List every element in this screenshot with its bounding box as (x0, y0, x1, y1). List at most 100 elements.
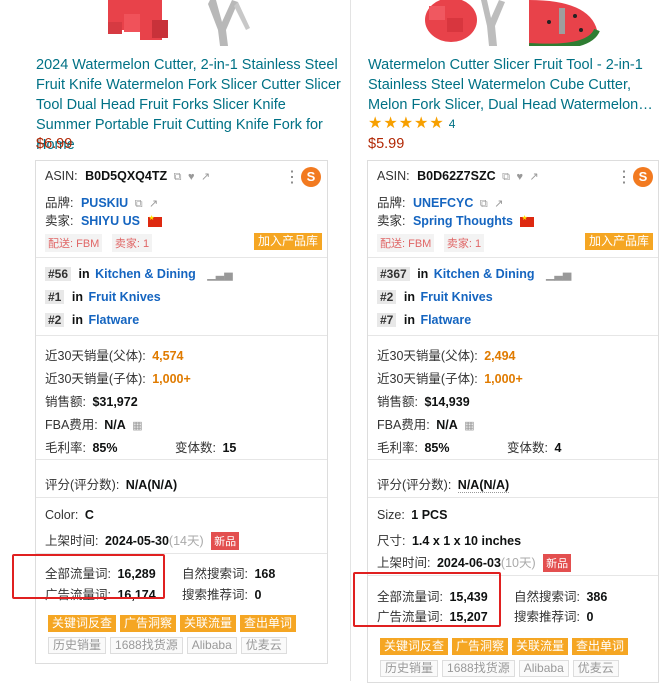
margin-row: 毛利率: 85% (45, 437, 118, 456)
rating-count-link[interactable]: 4 (449, 117, 456, 131)
product-title-link[interactable]: Watermelon Cutter Slicer Fruit Tool - 2-… (368, 55, 668, 115)
divider (36, 257, 327, 258)
asin-value[interactable]: B0D5QXQ4TZ (85, 169, 167, 183)
sales-parent-value[interactable]: 2,494 (484, 349, 515, 363)
calculator-icon[interactable]: ▦ (132, 419, 142, 432)
divider (36, 335, 327, 336)
rating-row: 评分(评分数): N/A(N/A) (377, 474, 510, 493)
share-icon[interactable]: ↗ (529, 170, 538, 183)
sales-parent-row: 近30天销量(父体): 2,494 (377, 345, 515, 364)
product-title-link[interactable]: 2024 Watermelon Cutter, 2-in-1 Stainless… (36, 55, 342, 155)
rank-category-link[interactable]: Fruit Knives (88, 290, 160, 304)
find-keywords-button[interactable]: 查出单词 (240, 615, 297, 632)
new-badge: 新品 (211, 532, 240, 550)
margin-value: 85% (92, 441, 118, 455)
seller-link[interactable]: SHIYU US (81, 214, 140, 228)
sales-parent-row: 近30天销量(父体): 4,574 (45, 345, 183, 364)
calculator-icon[interactable]: ▦ (464, 419, 474, 432)
rank-category-link[interactable]: Kitchen & Dining (434, 267, 535, 281)
seller-sprite-logo[interactable]: S (633, 167, 653, 187)
star-icon: ★ (383, 115, 398, 132)
add-to-library-button[interactable]: 加入产品库 (585, 233, 654, 250)
keyword-reverse-button[interactable]: 关键词反查 (48, 615, 117, 632)
fba-row: FBA费用: N/A ▦ (377, 414, 475, 433)
share-icon[interactable]: ↗ (201, 170, 210, 183)
revenue-row: 销售额: $31,972 (45, 391, 138, 410)
sales-child-label: 近30天销量(子体): (377, 372, 478, 386)
dimension-label: 尺寸: (377, 534, 406, 548)
size-row: Size: 1 PCS (377, 508, 447, 522)
ad-insight-button[interactable]: 广告洞察 (120, 615, 177, 632)
product-image-2[interactable] (419, 0, 664, 50)
recommend-value[interactable]: 0 (586, 610, 593, 624)
asin-value[interactable]: B0D62Z7SZC (417, 169, 496, 183)
brand-link[interactable]: PUSKIU (81, 196, 128, 210)
rank-category-link[interactable]: Flatware (420, 313, 471, 327)
share-icon[interactable]: ↗ (494, 197, 503, 210)
rank-category-link[interactable]: Kitchen & Dining (95, 267, 196, 281)
seller-sprite-logo[interactable]: S (301, 167, 321, 187)
bar-chart-icon[interactable]: ▁▃▅ (546, 268, 571, 281)
history-sales-button[interactable]: 历史销量 (380, 660, 439, 677)
asin-label: ASIN: (377, 169, 410, 183)
bar-chart-icon[interactable]: ▁▃▅ (207, 268, 232, 281)
rating-row: 评分(评分数): N/A(N/A) (45, 474, 177, 493)
share-icon[interactable]: ↗ (149, 197, 158, 210)
china-flag-icon (520, 214, 535, 227)
ad-insight-button[interactable]: 广告洞察 (452, 638, 509, 655)
attribute-row: Color: C (45, 508, 94, 522)
1688-source-button[interactable]: 1688找货源 (442, 660, 515, 677)
rank-category-link[interactable]: Flatware (88, 313, 139, 327)
star-icon: ★ (429, 115, 444, 132)
sales-parent-value[interactable]: 4,574 (152, 349, 183, 363)
history-sales-button[interactable]: 历史销量 (48, 637, 107, 654)
dimension-value: 1.4 x 1 x 10 inches (411, 534, 522, 548)
rank-row: #2 in Flatware (45, 313, 139, 327)
heart-icon[interactable]: ♥ (188, 171, 195, 183)
heart-icon[interactable]: ♥ (516, 171, 523, 183)
product-image-1[interactable] (100, 0, 260, 46)
listing-date-label: 上架时间: (45, 534, 99, 548)
rating-stars[interactable]: ★ ★ ★ ★ ★ 4 (368, 116, 455, 132)
youmaiyun-button[interactable]: 优麦云 (572, 660, 619, 677)
seller-label: 卖家: (377, 214, 406, 228)
copy-icon[interactable]: ⧉ (502, 171, 510, 184)
recommend-value[interactable]: 0 (254, 588, 261, 602)
sales-parent-label: 近30天销量(父体): (377, 349, 478, 363)
rank-row: #1 in Fruit Knives (45, 290, 161, 304)
fba-row: FBA费用: N/A ▦ (45, 414, 143, 433)
traffic-highlight-box (12, 554, 165, 599)
seller-row: 卖家: SHIYU US (45, 210, 162, 229)
sales-child-row: 近30天销量(子体): 1,000+ (377, 368, 523, 387)
organic-value[interactable]: 386 (586, 590, 607, 604)
sales-child-value[interactable]: 1,000+ (152, 372, 191, 386)
rank-row: #7 in Flatware (377, 313, 471, 327)
sales-child-value[interactable]: 1,000+ (484, 372, 523, 386)
1688-source-button[interactable]: 1688找货源 (110, 637, 183, 654)
alibaba-button[interactable]: Alibaba (518, 660, 569, 677)
brand-link[interactable]: UNEFCYC (413, 196, 473, 210)
related-traffic-button[interactable]: 关联流量 (180, 615, 237, 632)
product-column-2: Watermelon Cutter Slicer Fruit Tool - 2-… (350, 0, 670, 683)
copy-icon[interactable]: ⧉ (174, 171, 182, 184)
youmaiyun-button[interactable]: 优麦云 (240, 637, 287, 654)
add-to-library-button[interactable]: 加入产品库 (254, 233, 323, 250)
fba-value: N/A (436, 418, 458, 432)
china-flag-icon (147, 214, 162, 227)
alibaba-button[interactable]: Alibaba (186, 637, 237, 654)
organic-value[interactable]: 168 (254, 567, 275, 581)
variants-value: 4 (554, 441, 562, 455)
more-options-icon[interactable]: ⋮ (284, 170, 300, 186)
keyword-reverse-button[interactable]: 关键词反查 (380, 638, 449, 655)
rating-value[interactable]: N/A(N/A) (457, 478, 510, 493)
find-keywords-button[interactable]: 查出单词 (572, 638, 629, 655)
rank-category-link[interactable]: Fruit Knives (420, 290, 492, 304)
seller-link[interactable]: Spring Thoughts (413, 214, 513, 228)
more-options-icon[interactable]: ⋮ (616, 170, 632, 186)
asin-label: ASIN: (45, 169, 78, 183)
source-buttons-row: 历史销量 1688找货源 Alibaba 优麦云 (380, 660, 623, 677)
margin-value: 85% (424, 441, 450, 455)
related-traffic-button[interactable]: 关联流量 (512, 638, 569, 655)
fba-value: N/A (104, 418, 126, 432)
divider (36, 497, 327, 498)
